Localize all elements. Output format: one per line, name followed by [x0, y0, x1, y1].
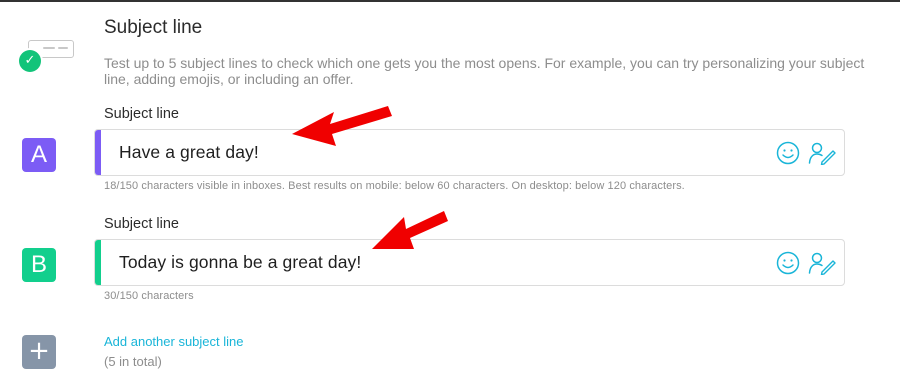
add-subject-line-button[interactable]: +: [22, 335, 56, 369]
smiley-icon[interactable]: [776, 141, 800, 165]
subject-line-input-b[interactable]: Today is gonna be a great day!: [94, 239, 845, 286]
variant-a-badge: A: [22, 138, 56, 172]
personalize-icon[interactable]: [808, 141, 836, 165]
variant-b-color-bar: [95, 240, 101, 285]
subject-check-icon: ✓: [16, 36, 76, 76]
annotation-arrow-b: [372, 211, 448, 249]
top-border: [0, 0, 900, 2]
add-subject-line-note: (5 in total): [104, 354, 162, 369]
variant-a-label: Subject line: [104, 106, 179, 122]
smiley-icon[interactable]: [776, 251, 800, 275]
subject-line-value-b[interactable]: Today is gonna be a great day!: [119, 240, 361, 285]
variant-b-help-text: 30/150 characters: [104, 290, 194, 302]
personalize-icon[interactable]: [808, 251, 836, 275]
section-title: Subject line: [104, 17, 203, 38]
variant-b-label: Subject line: [104, 216, 179, 232]
add-subject-line-link[interactable]: Add another subject line: [104, 334, 243, 349]
section-description: Test up to 5 subject lines to check whic…: [104, 55, 865, 87]
subject-line-input-a[interactable]: Have a great day!: [94, 129, 845, 176]
annotation-arrow-a: [292, 106, 392, 146]
subject-line-value-a[interactable]: Have a great day!: [119, 130, 259, 175]
variant-b-badge: B: [22, 248, 56, 282]
variant-a-help-text: 18/150 characters visible in inboxes. Be…: [104, 180, 685, 192]
check-icon: ✓: [19, 50, 41, 72]
variant-a-color-bar: [95, 130, 101, 175]
